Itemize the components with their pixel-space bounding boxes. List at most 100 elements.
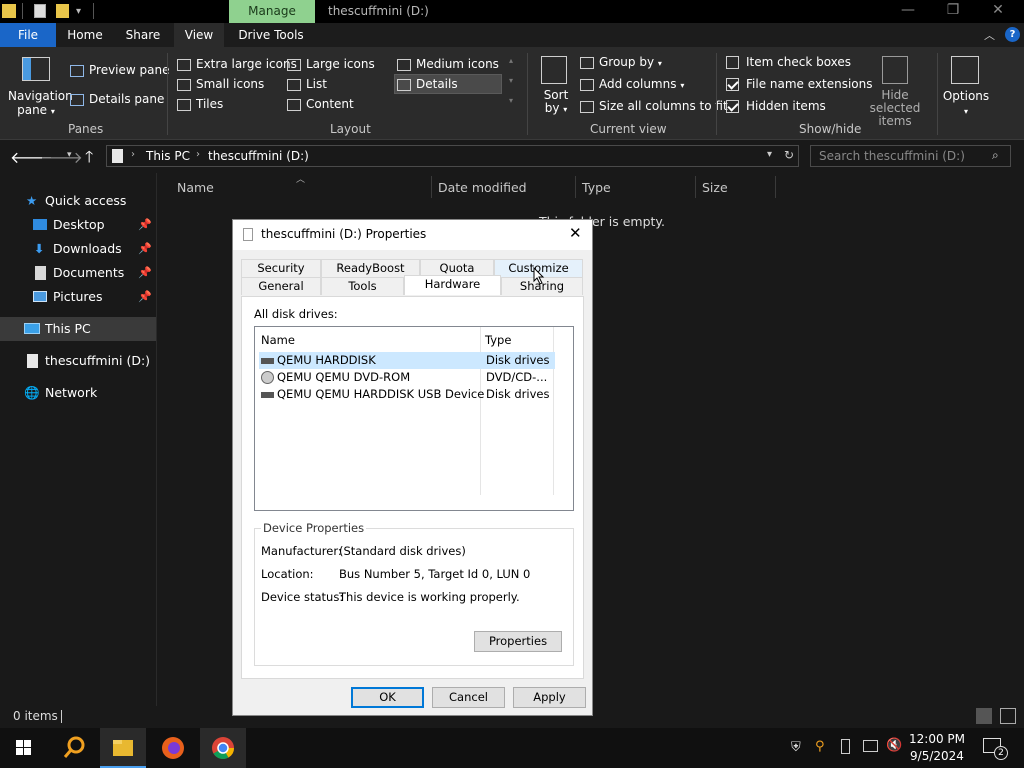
nav-quick-access[interactable]: ★ Quick access <box>0 189 156 213</box>
tab-view[interactable]: View <box>174 23 224 47</box>
tab-security[interactable]: Security <box>241 259 321 277</box>
apply-button[interactable]: Apply <box>513 687 586 708</box>
search-taskbar-button[interactable] <box>50 728 96 768</box>
item-check-boxes-toggle[interactable]: Item check boxes <box>726 54 851 70</box>
address-history-dropdown-icon[interactable]: ▾ <box>767 149 772 160</box>
forward-icon[interactable]: 🡒 <box>40 147 83 167</box>
manufacturer-label: Manufacturer: <box>261 544 342 558</box>
search-tray-icon[interactable]: ⚲ <box>815 739 825 754</box>
security-tray-icon[interactable]: ⛨ <box>791 740 801 755</box>
layout-scroll-arrows[interactable]: ▴ ▾ ▾ <box>509 56 513 106</box>
search-icon[interactable]: ⌕ <box>992 148 999 163</box>
tab-drive-tools[interactable]: Drive Tools <box>234 23 308 47</box>
column-header-name[interactable]: Name <box>177 180 214 195</box>
recent-locations-icon[interactable]: ▾ <box>67 150 72 160</box>
customize-quick-access-icon[interactable]: ▾ <box>76 6 81 17</box>
hide-selected-items-button[interactable]: Hide selected items <box>858 89 932 128</box>
size-all-columns-button[interactable]: Size all columns to fit <box>580 98 728 114</box>
refresh-icon[interactable]: ↻ <box>784 148 794 162</box>
layout-content[interactable]: Content <box>287 96 354 112</box>
nav-network[interactable]: 🌐 Network <box>0 381 156 405</box>
usb-tray-icon[interactable] <box>841 739 850 754</box>
up-icon[interactable]: 🡑 <box>85 146 93 173</box>
new-folder-icon[interactable] <box>56 4 69 18</box>
folder-icon[interactable] <box>2 4 16 18</box>
item-check-boxes-checkbox[interactable] <box>726 56 739 69</box>
breadcrumb-drive[interactable]: thescuffmini (D:) <box>208 149 309 163</box>
layout-list[interactable]: List <box>287 76 327 92</box>
tab-hardware[interactable]: Hardware <box>404 275 501 295</box>
collapse-ribbon-icon[interactable]: ︿ <box>984 27 995 43</box>
column-header-type[interactable]: Type <box>582 180 611 195</box>
close-icon[interactable]: ✕ <box>988 2 1008 20</box>
nav-drive[interactable]: thescuffmini (D:) <box>0 349 156 373</box>
large-icons-view-icon[interactable] <box>1000 708 1016 724</box>
address-bar[interactable]: › This PC › thescuffmini (D:) ▾ ↻ <box>106 145 799 167</box>
column-header-date-modified[interactable]: Date modified <box>438 180 527 195</box>
column-divider[interactable] <box>575 176 576 198</box>
add-columns-button[interactable]: Add columns ▾ <box>580 76 684 94</box>
cancel-button[interactable]: Cancel <box>432 687 505 708</box>
details-view-icon[interactable] <box>976 708 992 724</box>
sort-by-button[interactable]: Sort by ▾ <box>543 89 569 116</box>
navigation-pane-icon <box>22 57 50 81</box>
search-input[interactable]: Search thescuffmini (D:) <box>819 149 965 163</box>
layout-group-label: Layout <box>330 122 371 136</box>
file-name-extensions-toggle[interactable]: File name extensions <box>726 76 873 92</box>
file-explorer-taskbar-button[interactable] <box>100 728 146 768</box>
tab-tools[interactable]: Tools <box>321 277 404 295</box>
start-button[interactable] <box>0 728 46 768</box>
preview-pane-button[interactable]: Preview pane <box>70 62 169 78</box>
column-divider[interactable] <box>695 176 696 198</box>
dialog-title-bar[interactable]: thescuffmini (D:) Properties ✕ <box>233 220 592 250</box>
column-header-size[interactable]: Size <box>702 180 728 195</box>
nav-label: Documents <box>53 265 125 280</box>
network-tray-icon[interactable] <box>863 740 878 752</box>
hidden-items-checkbox[interactable] <box>726 100 739 113</box>
layout-extra-large-icons[interactable]: Extra large icons <box>177 56 297 72</box>
layout-details[interactable]: Details <box>394 74 502 94</box>
nav-desktop[interactable]: Desktop 📌 <box>0 213 156 237</box>
disk-drive-list[interactable]: Name Type QEMU HARDDISK Disk drives QEMU… <box>254 326 574 511</box>
layout-tiles[interactable]: Tiles <box>177 96 223 112</box>
properties-icon[interactable] <box>34 4 46 18</box>
column-divider[interactable] <box>431 176 432 198</box>
tab-manage[interactable]: Manage <box>229 0 315 23</box>
details-pane-button[interactable]: Details pane <box>70 91 164 107</box>
chevron-right-icon: › <box>196 149 200 160</box>
options-button[interactable]: Options ▾ <box>942 89 990 119</box>
list-header-type[interactable]: Type <box>485 333 511 347</box>
file-name-extensions-checkbox[interactable] <box>726 78 739 91</box>
volume-muted-icon[interactable]: 🔇 <box>886 738 902 753</box>
firefox-taskbar-button[interactable] <box>150 728 196 768</box>
tab-general[interactable]: General <box>241 277 321 295</box>
nav-documents[interactable]: Documents 📌 <box>0 261 156 285</box>
tab-share[interactable]: Share <box>120 23 166 47</box>
hidden-items-toggle[interactable]: Hidden items <box>726 98 826 114</box>
list-header-name[interactable]: Name <box>261 333 295 347</box>
list-item[interactable]: QEMU QEMU DVD-ROM DVD/CD-... <box>259 369 555 386</box>
help-icon[interactable]: ? <box>1005 27 1020 42</box>
layout-large-icons[interactable]: Large icons <box>287 56 375 72</box>
list-item[interactable]: QEMU HARDDISK Disk drives <box>259 352 555 369</box>
group-by-button[interactable]: Group by ▾ <box>580 54 662 72</box>
chrome-taskbar-button[interactable] <box>200 728 246 768</box>
restore-icon[interactable]: ❐ <box>943 2 963 20</box>
nav-downloads[interactable]: ⬇ Downloads 📌 <box>0 237 156 261</box>
layout-small-icons[interactable]: Small icons <box>177 76 264 92</box>
breadcrumb-this-pc[interactable]: This PC <box>146 149 190 163</box>
minimize-icon[interactable]: — <box>898 2 918 20</box>
clock[interactable]: 12:00 PM 9/5/2024 <box>908 731 966 765</box>
list-item[interactable]: QEMU QEMU HARDDISK USB Device Disk drive… <box>259 386 555 403</box>
nav-this-pc[interactable]: This PC <box>0 317 156 341</box>
search-box[interactable]: Search thescuffmini (D:) ⌕ <box>810 145 1011 167</box>
tab-file[interactable]: File <box>0 23 56 47</box>
device-properties-button[interactable]: Properties <box>474 631 562 652</box>
tab-home[interactable]: Home <box>62 23 108 47</box>
navigation-pane-button[interactable]: Navigation pane ▾ <box>8 89 73 119</box>
layout-medium-icons[interactable]: Medium icons <box>397 56 499 72</box>
dialog-close-icon[interactable]: ✕ <box>569 224 582 242</box>
column-divider[interactable] <box>775 176 776 198</box>
nav-pictures[interactable]: Pictures 📌 <box>0 285 156 309</box>
ok-button[interactable]: OK <box>351 687 424 708</box>
